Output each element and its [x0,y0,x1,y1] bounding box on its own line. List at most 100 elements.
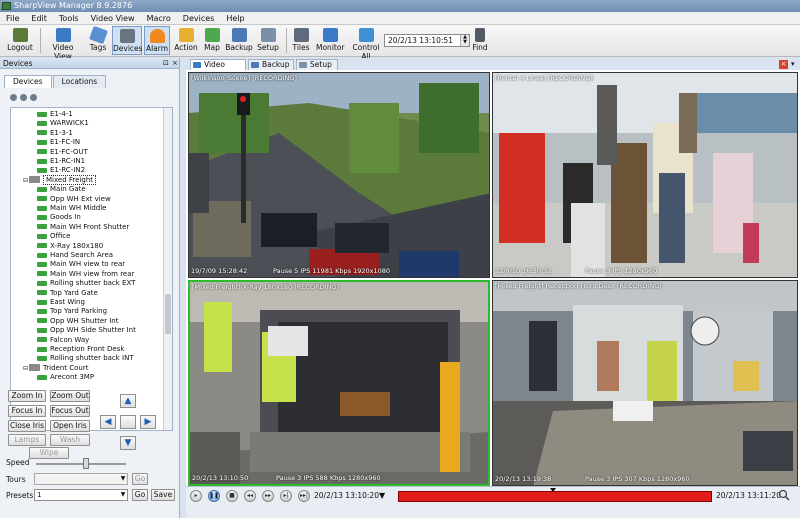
pause-icon[interactable]: ❚❚ [208,490,220,502]
time-dropdown-icon[interactable]: ▼ [379,491,385,500]
tree-camera-item[interactable]: Main WH view to rear [37,260,125,269]
skip-end-icon[interactable]: ▸▸| [298,490,310,502]
tree-camera-item[interactable]: E1-RC-IN1 [37,157,85,166]
video-feed-1[interactable]: [Wilkinson_Scene] [RECORDING] 19/7/09 15… [188,72,490,278]
tree-group[interactable]: ⊟ Mixed Freight [23,174,97,185]
menu-help[interactable]: Help [220,12,250,24]
setup-button[interactable]: Setup [256,26,280,55]
devices-button[interactable]: Devices [112,26,143,55]
tree-camera-item[interactable]: E1-FC-IN [37,138,80,147]
logout-button[interactable]: Logout [4,26,36,55]
tree-camera-item[interactable]: Hand Search Area [37,251,113,260]
timeline-bar[interactable] [398,488,712,502]
close-iris-button[interactable]: Close Iris [8,420,46,432]
timeline-marker[interactable] [549,488,556,492]
skip-back-icon[interactable]: ◂◂ [244,490,256,502]
tree-camera-item[interactable]: Main WH Front Shutter [37,223,129,232]
tree-camera-item[interactable]: Top Yard Gate [37,289,98,298]
close-panel-icon[interactable]: × [172,58,178,69]
tree-camera-item[interactable]: E1-3-1 [37,129,73,138]
alarm-button[interactable]: Alarm [144,26,170,55]
find-button[interactable]: Find [472,26,488,55]
backup-button[interactable]: Backup [225,26,253,55]
expand-icon[interactable] [20,94,27,101]
speed-slider-knob[interactable] [82,458,89,469]
settings-icon[interactable] [30,94,37,101]
tree-camera-item[interactable]: Office [37,232,70,241]
tree-camera-item[interactable]: Falcon Way [37,336,89,345]
tab-devices[interactable]: Devices [4,75,52,88]
menu-macro[interactable]: Macro [141,12,177,24]
menu-edit[interactable]: Edit [25,12,53,24]
tours-select[interactable]: ▼ [34,473,128,485]
zoom-search-icon[interactable] [778,489,790,501]
lamps-button[interactable]: Lamps [8,434,46,446]
video-feed-4[interactable]: [Mixed Freight] Reception Front Desk [RE… [492,280,798,486]
tab-setup[interactable]: Setup [296,59,338,70]
map-button[interactable]: Map [202,26,222,55]
tree-camera-item[interactable]: Rolling shutter back EXT [37,279,135,288]
play-slow-icon[interactable]: ▸ [190,490,202,502]
open-iris-button[interactable]: Open Iris [50,420,90,432]
tab-locations[interactable]: Locations [52,75,107,88]
tab-video-view[interactable]: Video View [190,59,246,79]
tree-scrollbar[interactable] [163,108,172,430]
menu-tools[interactable]: Tools [53,12,85,24]
tree-camera-item[interactable]: E1-4-1 [37,110,73,119]
video-feed-2[interactable]: [Rental 4 Lines] [RECORDING] 12/8/10 16:… [492,72,798,278]
zoom-in-button[interactable]: Zoom In [8,390,46,402]
tree-camera-item[interactable]: Top Yard Parking [37,307,107,316]
tree-group[interactable]: ⊟ Trident Court [23,364,88,373]
presets-go-button[interactable]: Go [132,489,148,501]
tree-camera-item[interactable]: Opp WH Side Shutter Int [37,326,136,335]
pin-icon[interactable]: ⊡ [163,58,169,69]
pan-up-icon[interactable]: ▲ [120,394,136,408]
search-icon[interactable] [10,94,17,101]
tree-camera-item[interactable]: WARWICK1 [37,119,89,128]
device-tree[interactable]: E1-4-1 WARWICK1 E1-3-1 E1-FC-IN E1-FC-OUT E1-… [10,107,173,431]
monitor-button[interactable]: Monitor [316,26,345,55]
wash-button[interactable]: Wash [50,434,90,446]
tree-camera-item[interactable]: Main Gate [37,185,86,194]
zoom-out-button[interactable]: Zoom Out [50,390,90,402]
datetime-picker[interactable]: 20/2/13 13:10:51 ▲ ▼ [384,34,470,47]
video-view-button[interactable]: Video View [44,26,82,61]
tree-camera-item[interactable]: East Wing [37,298,85,307]
tab-backup[interactable]: Backup [248,59,294,70]
close-tab-icon[interactable]: × [779,60,788,69]
scroll-thumb[interactable] [165,294,171,334]
wipe-button[interactable]: Wipe [29,447,69,459]
tree-camera-item[interactable]: Opp WH Ext view [37,195,111,204]
skip-forward-icon[interactable]: ▸| [280,490,292,502]
step-forward-icon[interactable]: ▸▸ [262,490,274,502]
tree-camera-item[interactable]: Opp WH Shutter Int [37,317,119,326]
control-all-button[interactable]: Control All [348,26,384,61]
tree-camera-item[interactable]: E1-FC-OUT [37,148,88,157]
speed-slider[interactable] [36,463,126,465]
presets-save-button[interactable]: Save [151,489,175,501]
menu-video-view[interactable]: Video View [85,12,141,24]
pan-left-icon[interactable]: ◀ [100,415,116,429]
tiles-button[interactable]: Tiles [291,26,311,55]
tours-go-button[interactable]: Go [132,473,148,485]
menu-devices[interactable]: Devices [177,12,221,24]
tree-camera-item[interactable]: Reception Front Desk [37,345,124,354]
pan-center-icon[interactable] [120,415,136,429]
focus-out-button[interactable]: Focus Out [50,405,90,417]
pan-right-icon[interactable]: ▶ [140,415,156,429]
tree-camera-item[interactable]: Main WH Middle [37,204,106,213]
tree-camera-item[interactable]: Goods In [37,213,81,222]
focus-in-button[interactable]: Focus In [8,405,46,417]
tags-button[interactable]: Tags [86,25,110,55]
menu-file[interactable]: File [0,12,25,24]
tree-camera-item[interactable]: Rolling shutter back INT [37,354,134,363]
pan-down-icon[interactable]: ▼ [120,436,136,450]
presets-select[interactable]: 1 ▼ [34,489,128,501]
tree-camera-item[interactable]: X-Ray 180x180 [37,242,103,251]
tree-camera-item[interactable]: Arecont 3MP [37,373,94,382]
spinner-icon[interactable]: ▲ ▼ [460,35,469,46]
tree-camera-item[interactable]: Main WH view from rear [37,270,134,279]
tab-menu-icon[interactable]: ▾ [791,60,795,68]
video-feed-3[interactable]: [Mixed Freight] X-Ray 180x180 [RECORDING… [188,280,490,486]
stop-icon[interactable]: ■ [226,490,238,502]
